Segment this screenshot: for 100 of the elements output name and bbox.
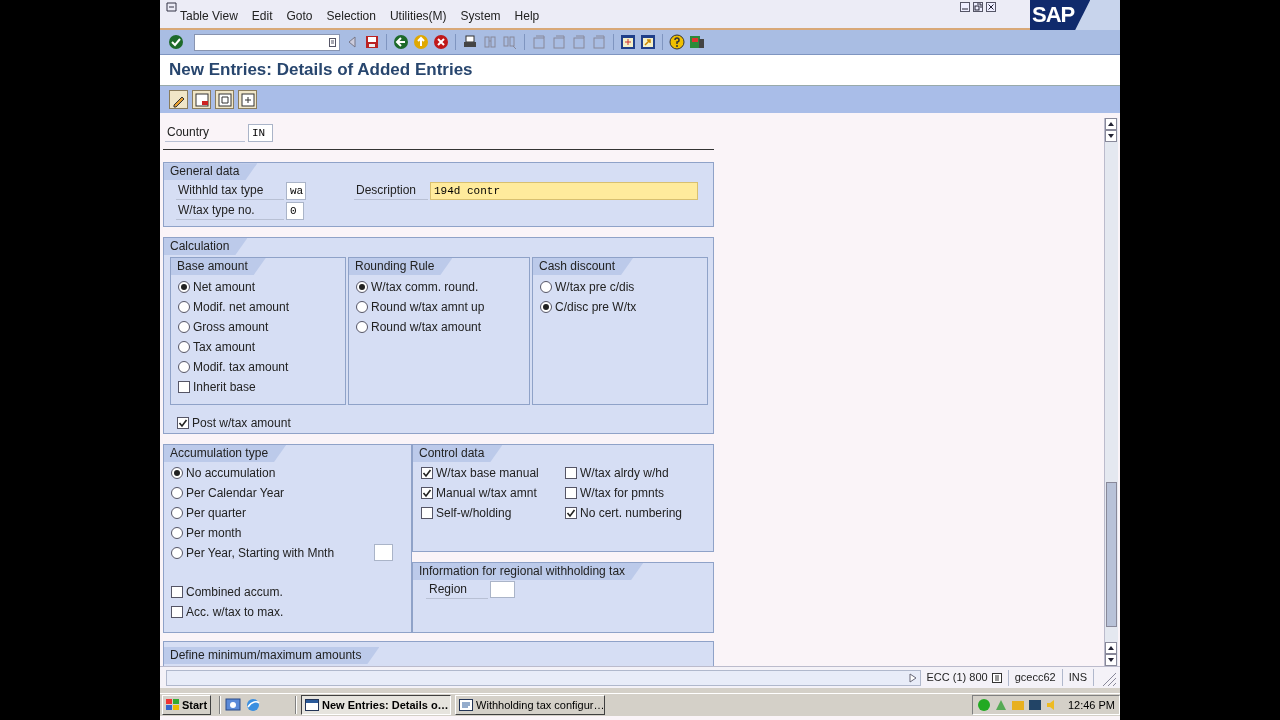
radio-button[interactable]	[178, 341, 190, 353]
menu-item[interactable]: Table View	[180, 7, 238, 25]
cancel-icon[interactable]	[433, 34, 449, 50]
menu-item[interactable]: Edit	[251, 7, 273, 25]
menu-item[interactable]: System	[460, 7, 501, 25]
option-label: Per month	[186, 525, 242, 542]
system-info: ECC (1) 800	[926, 670, 988, 686]
shortcut-icon[interactable]	[640, 34, 656, 50]
group-title: General data	[164, 163, 258, 181]
option-label: Acc. w/tax to max.	[186, 604, 284, 621]
input-field[interactable]: 0	[286, 202, 304, 221]
radio-button[interactable]	[356, 321, 368, 333]
scroll-down-icon[interactable]	[1105, 654, 1117, 666]
menu-item[interactable]: Utilities(M)	[389, 7, 447, 25]
taskbar-button[interactable]: New Entries: Details o…	[301, 695, 452, 715]
input-field[interactable]: wa	[286, 182, 306, 201]
command-field[interactable]	[194, 33, 340, 51]
radio-button[interactable]	[171, 507, 183, 519]
input-field[interactable]	[490, 581, 515, 599]
option-label: W/tax comm. round.	[371, 279, 479, 296]
radio-button[interactable]	[178, 321, 190, 333]
radio-button[interactable]	[356, 281, 368, 293]
input-field[interactable]: IN	[248, 124, 273, 143]
info-icon[interactable]	[991, 672, 1002, 683]
option-label: Modif. net amount	[193, 299, 290, 316]
option-label: Self-w/holding	[436, 505, 512, 522]
radio-button[interactable]	[178, 281, 190, 293]
option-label: Inherit base	[193, 379, 256, 396]
radio-button[interactable]	[178, 301, 190, 313]
checkbox[interactable]	[565, 467, 577, 479]
radio-button[interactable]	[540, 301, 552, 313]
insert-mode: INS	[1062, 669, 1094, 686]
checkbox[interactable]	[565, 487, 577, 499]
checkbox[interactable]	[171, 606, 183, 618]
scroll-bar[interactable]	[1104, 118, 1118, 666]
window-icon	[305, 699, 320, 711]
radio-button[interactable]	[171, 467, 183, 479]
checkbox[interactable]	[421, 507, 433, 519]
checkbox[interactable]	[565, 507, 577, 519]
option-label: W/tax alrdy w/hd	[580, 465, 669, 482]
radio-button[interactable]	[178, 361, 190, 373]
checkbox[interactable]	[421, 467, 433, 479]
restore-icon[interactable]	[973, 2, 983, 12]
option-label: W/tax base manual	[436, 465, 539, 482]
checkbox[interactable]	[421, 487, 433, 499]
minimize-icon[interactable]	[960, 2, 970, 12]
start-button[interactable]: Start	[162, 695, 212, 715]
desktop-icon[interactable]	[225, 697, 242, 713]
group-title: Define minimum/maximum amounts	[164, 647, 380, 664]
checkbox[interactable]	[171, 586, 183, 598]
option-label: Modif. tax amount	[193, 359, 289, 376]
back-icon[interactable]	[393, 34, 409, 50]
option-label: C/disc pre W/tx	[555, 299, 637, 316]
option-label: W/tax for pmnts	[580, 485, 665, 502]
scroll-down-icon[interactable]	[1105, 130, 1117, 142]
scroll-up-icon[interactable]	[1105, 118, 1117, 130]
option-label: Combined accum.	[186, 584, 283, 601]
group-title: Cash discount	[533, 258, 634, 275]
group-title: Accumulation type	[164, 445, 287, 462]
option-label: No cert. numbering	[580, 505, 683, 522]
sap-logo: SAP	[1030, 0, 1091, 30]
document-icon	[459, 699, 474, 711]
field-label: Withhld tax type	[176, 182, 284, 201]
clock: 12:46 PM	[1067, 697, 1115, 713]
expand-icon[interactable]	[908, 672, 917, 683]
help-icon[interactable]	[669, 34, 685, 50]
menu-item[interactable]: Help	[514, 7, 540, 25]
option-label: W/tax pre c/dis	[555, 279, 635, 296]
input-field[interactable]: 194d contr	[430, 182, 698, 201]
input-field[interactable]	[374, 544, 393, 562]
enter-icon[interactable]	[168, 34, 184, 50]
taskbar-button[interactable]: Withholding tax configur…	[455, 695, 606, 715]
save-icon[interactable]	[364, 34, 380, 50]
option-label: Per quarter	[186, 505, 247, 522]
option-label: Per Calendar Year	[186, 485, 285, 502]
group-title: Calculation	[164, 238, 248, 255]
radio-button[interactable]	[356, 301, 368, 313]
close-icon[interactable]	[986, 2, 996, 12]
scroll-up-icon[interactable]	[1105, 642, 1117, 654]
checkbox[interactable]	[177, 417, 189, 429]
radio-button[interactable]	[540, 281, 552, 293]
screen-title: New Entries: Details of Added Entries	[169, 59, 473, 82]
server-name: gcecc62	[1008, 669, 1063, 686]
menu-item[interactable]: Goto	[286, 7, 313, 25]
new-session-icon[interactable]	[620, 34, 636, 50]
field-label: Country	[165, 124, 245, 143]
menu-icon[interactable]	[166, 2, 178, 12]
menu-item[interactable]: Selection	[326, 7, 376, 25]
radio-button[interactable]	[171, 487, 183, 499]
field-label: Region	[426, 581, 488, 599]
radio-button[interactable]	[171, 527, 183, 539]
windows-flag-icon	[166, 699, 180, 711]
scroll-thumb[interactable]	[1106, 482, 1117, 627]
browser-icon[interactable]	[245, 697, 262, 713]
group-title: Control data	[413, 445, 503, 462]
radio-button[interactable]	[171, 547, 183, 559]
option-label: Round w/tax amnt up	[371, 299, 485, 316]
print-icon[interactable]	[462, 34, 478, 50]
checkbox[interactable]	[178, 381, 190, 393]
option-label: Post w/tax amount	[192, 415, 291, 432]
